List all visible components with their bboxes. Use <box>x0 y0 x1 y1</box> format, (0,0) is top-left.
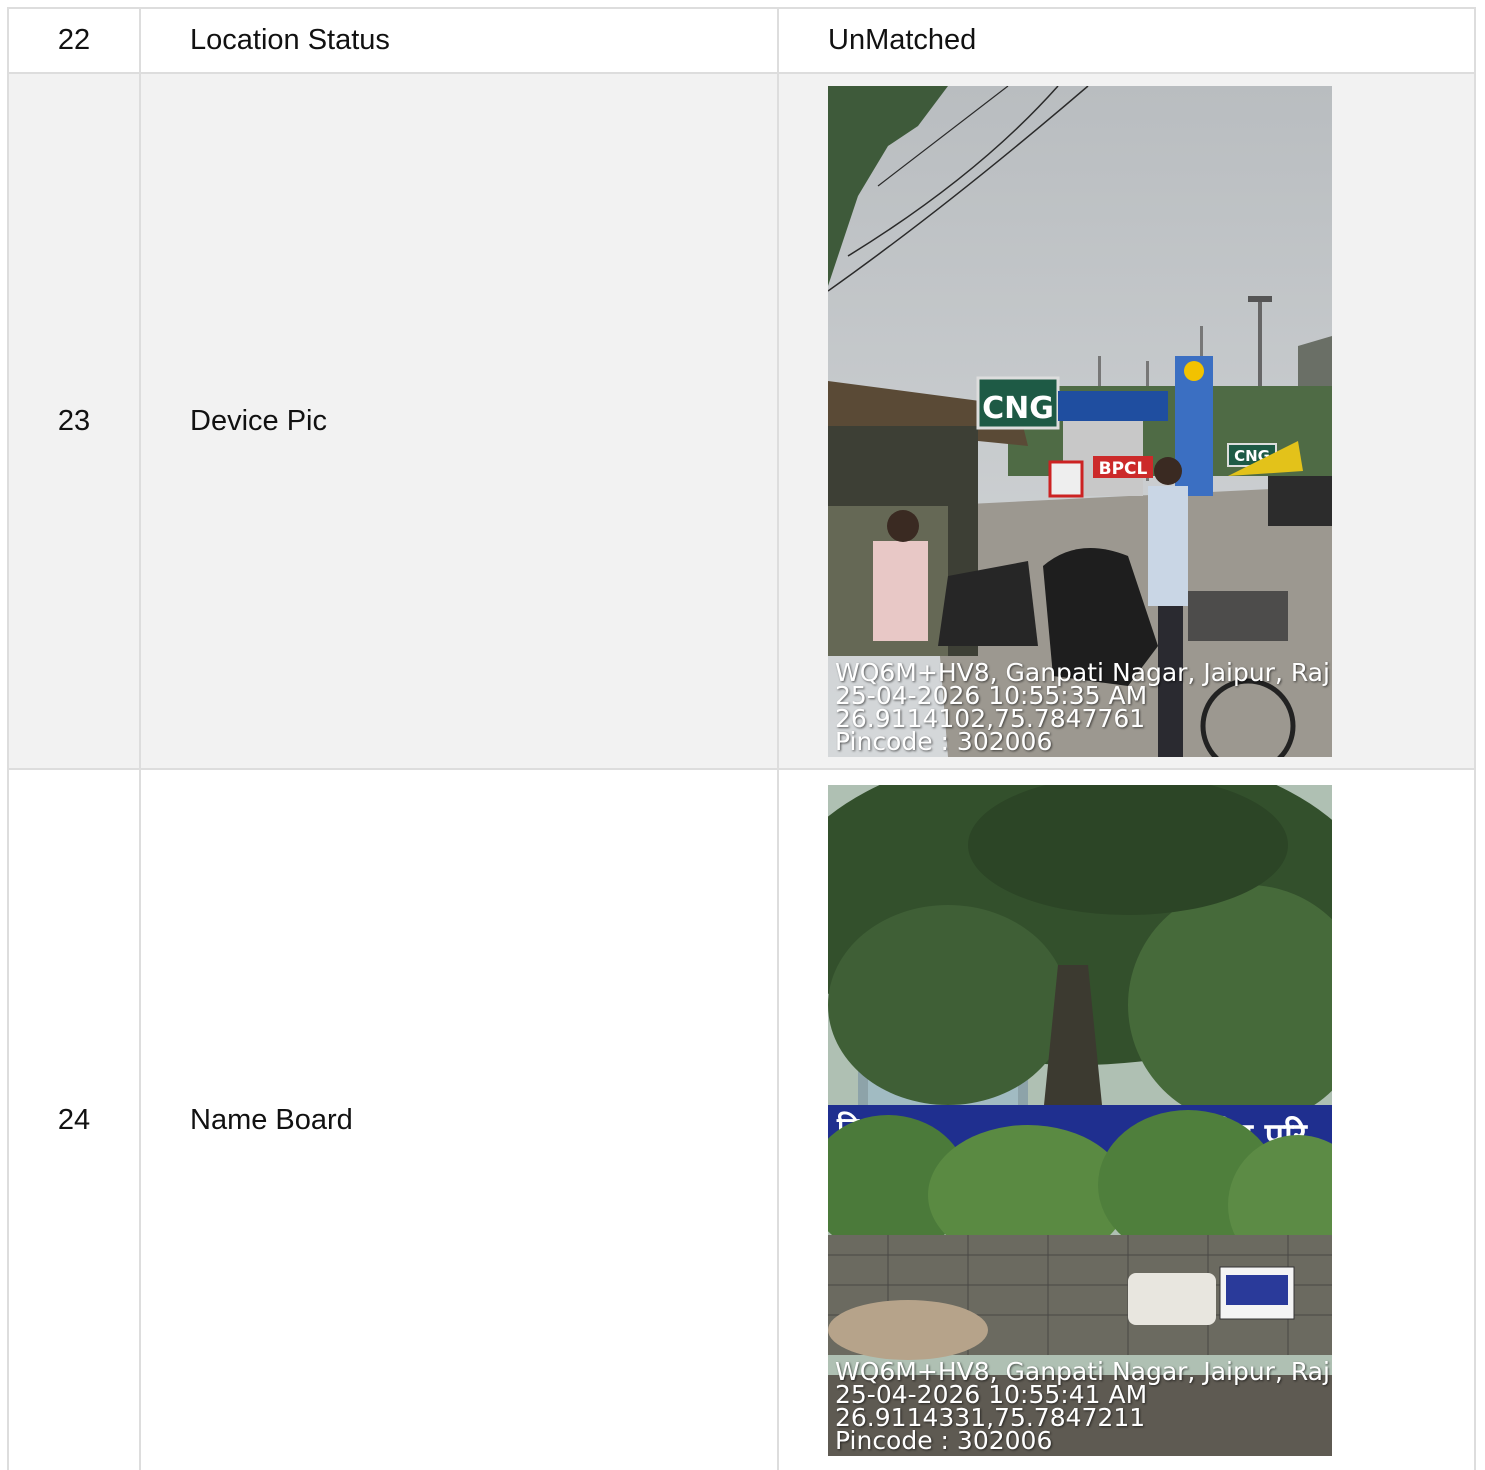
row-label: Name Board <box>139 768 779 1470</box>
details-table: 22 Location Status UnMatched 23 Device P… <box>7 7 1476 1470</box>
photo-geo-stamp: WQ6M+HV8, Ganpati Nagar, Jaipur, Raj 25-… <box>835 1359 1330 1453</box>
table-row: 22 Location Status UnMatched <box>7 7 1476 74</box>
row-number: 22 <box>7 7 141 74</box>
name-board-photo[interactable]: क्षेत्रीय परि दि <box>828 784 1332 1456</box>
row-number: 24 <box>7 768 141 1470</box>
brand-sign-text: BPCL <box>1099 459 1148 479</box>
photo-geo-stamp: WQ6M+HV8, Ganpati Nagar, Jaipur, Raj 25-… <box>835 660 1330 754</box>
row-label: Device Pic <box>139 72 779 770</box>
name-board-cell: क्षेत्रीय परि दि <box>777 768 1476 1470</box>
details-sheet: 22 Location Status UnMatched 23 Device P… <box>7 7 1476 1470</box>
cng-sign-text: CNG <box>982 391 1054 426</box>
row-label: Location Status <box>139 7 779 74</box>
device-photo[interactable]: CNG BPCL CNG WQ6M+HV8, Ganpati Nagar, Ja… <box>828 85 1332 757</box>
table-row: 24 Name Board परि WQ6M+HV8, Ganpati Naga… <box>7 768 1476 1470</box>
device-photo-image: CNG BPCL CNG <box>828 85 1332 757</box>
location-status-value: UnMatched <box>777 7 1476 74</box>
table-row: 23 Device Pic CNG BPCL CNG WQ6M+HV8, Gan… <box>7 72 1476 770</box>
row-number: 23 <box>7 72 141 770</box>
device-pic-cell: CNG BPCL CNG WQ6M+HV8, Ganpati Nagar, Ja… <box>777 72 1476 770</box>
name-board-photo-image: क्षेत्रीय परि दि <box>828 784 1332 1456</box>
